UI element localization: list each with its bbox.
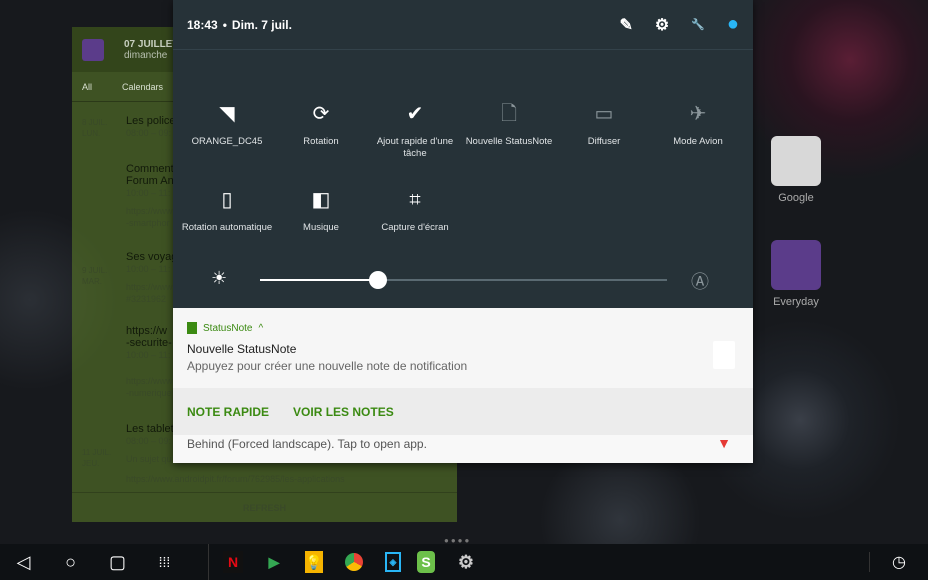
statusnote-notification[interactable]: StatusNote ^ Nouvelle StatusNote Appuyez … (173, 308, 753, 388)
statusnote-icon (187, 322, 197, 334)
everyday-icon (771, 240, 821, 290)
tile-new-statusnote[interactable]: 🗋 Nouvelle StatusNote (462, 100, 556, 148)
check-icon: ✔ (406, 103, 424, 125)
dolby-icon: ◧ (311, 189, 331, 211)
notification-text: Appuyez pour créer une nouvelle note de … (187, 359, 468, 373)
recents-button[interactable]: ▢ (94, 552, 141, 573)
calendar-weekday: dimanche (124, 49, 168, 61)
notification-app-name: StatusNote (203, 322, 253, 334)
notification-actions: NOTE RAPIDE VOIR LES NOTES (173, 388, 753, 435)
account-icon[interactable]: ● (727, 13, 739, 36)
wrench-icon[interactable]: 🔧 (691, 18, 705, 31)
chrome-icon[interactable] (339, 551, 369, 573)
event-item[interactable]: https://w -securite- 10:00 – 11: https://ww… (126, 325, 173, 399)
calendar-date: 07 JUILLET (124, 38, 179, 50)
airplane-icon: ✈ (689, 103, 707, 125)
status-indicator-icon[interactable]: ◷ (869, 552, 906, 572)
brightness-thumb[interactable] (369, 271, 388, 289)
screen-rotation-icon: ▯ (221, 189, 233, 211)
note-add-icon: 🗋 (500, 103, 518, 125)
tile-airplane-mode[interactable]: ✈ Mode Avion (651, 100, 745, 148)
tile-wifi[interactable]: ◥ ORANGE_DC45 (180, 100, 274, 148)
rotation-icon: ⟳ (312, 103, 330, 125)
day-label: 9 JUIL. MAR. (82, 266, 108, 286)
dock: N ▶ 💡 ◈ S ⚙ (208, 544, 481, 580)
tab-all[interactable]: All (82, 82, 92, 92)
event-item[interactable]: Ses voyag 10:00 – 11: https://www #3231962 (126, 251, 177, 305)
brightness-fill (260, 279, 379, 281)
settings-icon[interactable]: ⚙ (451, 551, 481, 573)
brightness-slider[interactable]: ☀ Ⓐ (173, 268, 753, 292)
clock: 18:43 (187, 17, 218, 32)
refresh-button[interactable]: REFRESH (72, 492, 457, 522)
navigation-bar: ◁ ○ ▢ ⁞⁞⁞ N ▶ 💡 ◈ S ⚙ ◷ (0, 544, 928, 580)
back-button[interactable]: ◁ (0, 552, 47, 573)
day-label: 8 JUIL. LUN. (82, 118, 108, 138)
auto-brightness-icon[interactable]: Ⓐ (691, 268, 709, 294)
settings-icon[interactable]: ⚙ (655, 15, 669, 35)
tile-rotation[interactable]: ⟳ Rotation (274, 100, 368, 148)
tab-calendars[interactable]: Calendars (122, 82, 163, 92)
app-everyday[interactable]: Everyday (766, 240, 826, 308)
day-label: 11 JUIL. JEU. (82, 448, 112, 468)
app-icon[interactable]: ◈ (385, 552, 401, 572)
behind-notification[interactable]: Behind (Forced landscape). Tap to open a… (173, 435, 753, 463)
app-google-folder[interactable]: Google (766, 136, 826, 204)
tile-auto-rotate[interactable]: ▯ Rotation automatique (180, 186, 274, 234)
tile-music[interactable]: ◧ Musique (274, 186, 368, 234)
tile-screenshot[interactable]: ⌗ Capture d'écran (368, 186, 462, 234)
app-icon: ▼ (717, 435, 731, 451)
voir-les-notes-button[interactable]: VOIR LES NOTES (293, 405, 394, 419)
note-add-large-icon (713, 341, 735, 369)
event-item[interactable]: Comment Forum An 10:00 – 11: https://www -sm… (126, 163, 174, 229)
google-folder-icon (771, 136, 821, 186)
wifi-icon: ◥ (219, 103, 235, 125)
keep-icon[interactable]: 💡 (305, 551, 323, 573)
chevron-up-icon[interactable]: ^ (258, 323, 263, 334)
event-item[interactable]: Les police 08:00 – 09: (126, 115, 176, 139)
note-rapide-button[interactable]: NOTE RAPIDE (187, 405, 269, 419)
brightness-icon: ☀ (211, 268, 228, 288)
apps-button[interactable]: ⁞⁞⁞ (141, 554, 188, 570)
netflix-icon[interactable]: N (223, 551, 243, 573)
status-bar: 18:43 • Dim. 7 juil. ✎ ⚙ 🔧 ● (173, 0, 753, 50)
feedly-icon[interactable]: S (417, 551, 435, 573)
calendar-icon (82, 38, 104, 61)
date: Dim. 7 juil. (231, 17, 292, 32)
edit-icon[interactable]: ✎ (619, 15, 632, 35)
tile-cast[interactable]: ▭ Diffuser (557, 100, 651, 148)
home-button[interactable]: ○ (47, 552, 94, 573)
play-store-icon[interactable]: ▶ (259, 551, 289, 573)
tile-quick-task[interactable]: ✔ Ajout rapide d'une tâche (368, 100, 462, 160)
crop-icon: ⌗ (409, 189, 421, 211)
notification-title: Nouvelle StatusNote (187, 342, 297, 356)
behind-text: Behind (Forced landscape). Tap to open a… (187, 437, 427, 451)
cast-icon: ▭ (594, 103, 614, 125)
